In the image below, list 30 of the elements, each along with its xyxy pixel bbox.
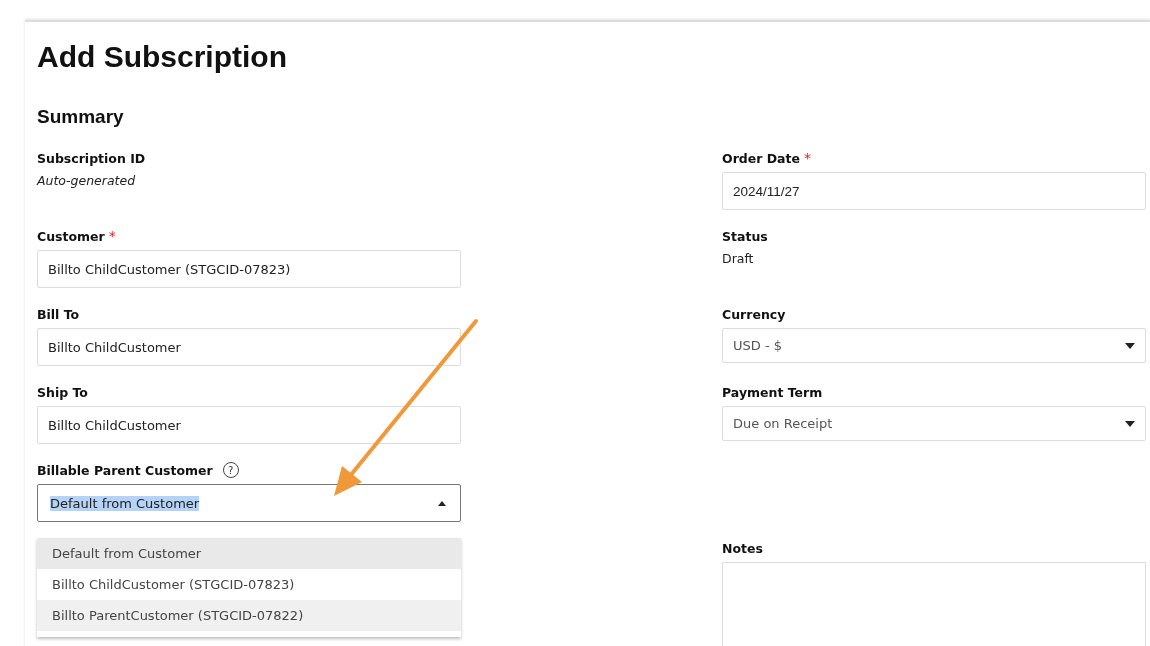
field-label: Subscription ID [37, 150, 146, 166]
text-field[interactable]: Billto ChildCustomer [37, 406, 461, 444]
field-label: Ship To [37, 384, 88, 400]
field-label: Billable Parent Customer [37, 462, 213, 478]
text-field[interactable]: Billto ChildCustomer (STGCID-07823) [37, 250, 461, 288]
required-mark: * [108, 228, 116, 244]
caret-down-icon [1125, 420, 1135, 427]
field-label: Customer [37, 228, 105, 244]
date-field[interactable]: 2024/11/27 [722, 172, 1146, 210]
field-label: Notes [722, 540, 763, 556]
field-value: Draft [722, 251, 754, 266]
caret-down-icon [1125, 342, 1135, 349]
notes-field[interactable] [722, 562, 1146, 646]
field-label: Bill To [37, 306, 80, 322]
caret-up-icon [438, 500, 446, 506]
required-mark: * [804, 150, 811, 166]
field-label: Currency [722, 306, 786, 322]
select-field[interactable]: USD - $ [722, 328, 1146, 363]
section-heading: Summary [37, 105, 125, 129]
field-label: Order Date [722, 150, 800, 166]
field-value: Auto-generated [37, 173, 136, 188]
dropdown-option[interactable]: Default from Customer [37, 538, 461, 569]
combo-field[interactable]: Default from Customer [37, 484, 461, 522]
select-field[interactable]: Due on Receipt [722, 406, 1146, 441]
page-title: Add Subscription [37, 40, 288, 74]
text-field[interactable]: Billto ChildCustomer [37, 328, 461, 366]
dropdown-option[interactable]: Billto ParentCustomer (STGCID-07822) [37, 600, 461, 631]
field-label: Payment Term [722, 384, 823, 400]
field-label: Status [722, 228, 768, 244]
dropdown-option[interactable]: Billto ChildCustomer (STGCID-07823) [37, 569, 461, 600]
